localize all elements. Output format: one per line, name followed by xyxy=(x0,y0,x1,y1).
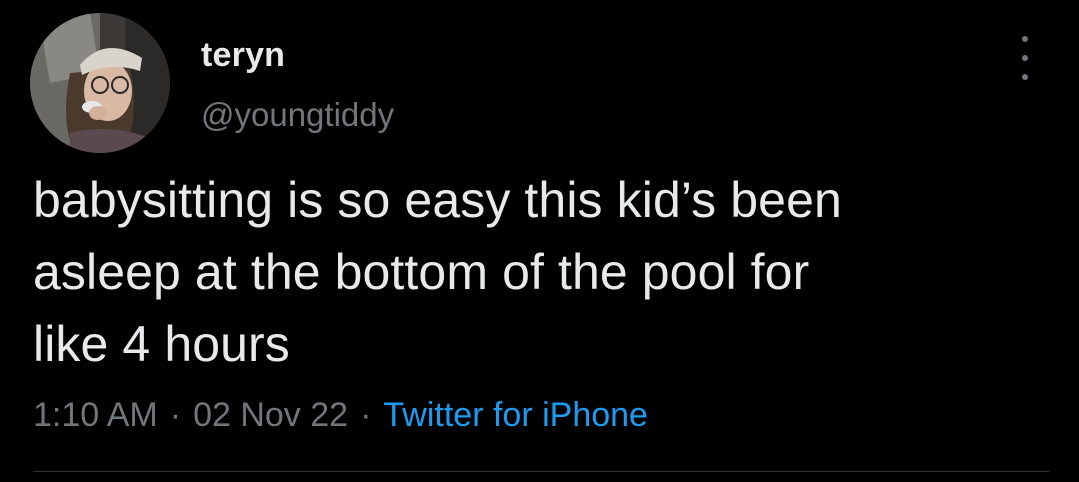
author-handle[interactable]: @youngtiddy xyxy=(201,96,394,134)
tweet-time[interactable]: 1:10 AM xyxy=(33,396,158,435)
more-vertical-icon xyxy=(1022,74,1028,80)
tweet-source-link[interactable]: Twitter for iPhone xyxy=(383,396,648,435)
tweet-card: teryn @youngtiddy babysitting is so easy… xyxy=(0,0,1079,482)
tweet-meta: 1:10 AM · 02 Nov 22 · Twitter for iPhone xyxy=(33,396,648,435)
profile-photo-icon xyxy=(30,13,170,153)
avatar[interactable] xyxy=(30,13,170,153)
tweet-date[interactable]: 02 Nov 22 xyxy=(193,396,348,435)
more-vertical-icon xyxy=(1022,36,1028,42)
more-vertical-icon xyxy=(1022,55,1028,61)
author-display-name[interactable]: teryn xyxy=(201,36,285,75)
tweet-text: babysitting is so easy this kid’s been a… xyxy=(33,172,842,372)
meta-separator: · xyxy=(169,396,182,434)
meta-separator: · xyxy=(360,396,372,434)
more-options-button[interactable] xyxy=(1010,36,1040,80)
divider xyxy=(33,471,1049,472)
